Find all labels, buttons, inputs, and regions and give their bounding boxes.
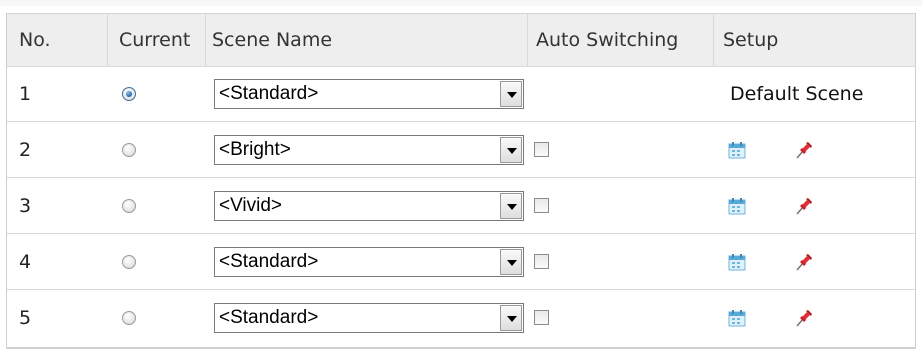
- current-radio[interactable]: [122, 254, 136, 269]
- current-cell: [108, 178, 206, 233]
- table-row: 3 <Vivid>: [7, 178, 915, 234]
- auto-switching-cell: [524, 178, 710, 233]
- auto-switching-checkbox[interactable]: [534, 142, 549, 157]
- setup-cell: [714, 234, 915, 289]
- default-scene-label: Default Scene: [730, 82, 864, 105]
- calendar-icon[interactable]: [728, 197, 746, 215]
- header-setup: Setup: [723, 29, 779, 51]
- auto-switching-checkbox[interactable]: [534, 198, 549, 213]
- pushpin-icon[interactable]: [794, 252, 814, 272]
- auto-switching-cell: [524, 122, 710, 177]
- current-radio[interactable]: [122, 142, 136, 157]
- calendar-icon[interactable]: [728, 253, 746, 271]
- scene-name-cell: <Bright>: [206, 122, 528, 177]
- calendar-icon[interactable]: [728, 309, 746, 327]
- table-row: 4 <Standard>: [7, 234, 915, 290]
- chevron-down-icon[interactable]: [500, 192, 522, 219]
- scene-select-value: <Standard>: [219, 250, 319, 272]
- row-number: 3: [19, 194, 32, 217]
- pushpin-icon[interactable]: [794, 196, 814, 216]
- chevron-down-icon[interactable]: [500, 304, 522, 331]
- pushpin-icon[interactable]: [794, 308, 814, 328]
- table-row: 1 <Standard> Default Scene: [7, 66, 915, 122]
- current-cell: [108, 66, 206, 121]
- row-number: 4: [19, 250, 32, 273]
- header-auto-switching: Auto Switching: [528, 14, 714, 66]
- auto-switching-cell: [524, 290, 710, 345]
- current-radio[interactable]: [122, 198, 136, 213]
- scene-select-value: <Standard>: [219, 306, 319, 328]
- setup-cell: [714, 178, 915, 233]
- row-number: 2: [19, 138, 32, 161]
- scene-select-value: <Bright>: [219, 138, 291, 160]
- scene-name-cell: <Vivid>: [206, 178, 528, 233]
- chevron-down-icon[interactable]: [500, 80, 522, 107]
- auto-switching-checkbox[interactable]: [534, 310, 549, 325]
- pushpin-icon[interactable]: [794, 140, 814, 160]
- row-number: 5: [19, 306, 32, 329]
- top-strip: [0, 0, 922, 6]
- chevron-down-icon[interactable]: [500, 248, 522, 275]
- auto-switching-checkbox[interactable]: [534, 254, 549, 269]
- scene-name-cell: <Standard>: [206, 234, 528, 289]
- scene-select[interactable]: <Bright>: [214, 134, 524, 165]
- header-no: No.: [7, 14, 108, 66]
- scene-table: No. Current Scene Name Auto Switching Se…: [6, 13, 916, 349]
- scene-select[interactable]: <Standard>: [214, 78, 524, 109]
- header-current: Current: [108, 14, 206, 66]
- auto-switching-cell: [528, 66, 714, 121]
- scene-select-value: <Standard>: [219, 82, 319, 104]
- calendar-icon[interactable]: [728, 141, 746, 159]
- setup-cell: [714, 290, 915, 345]
- table-header-row: No. Current Scene Name Auto Switching Se…: [7, 13, 915, 67]
- current-radio[interactable]: [122, 86, 136, 101]
- table-row: 5 <Standard>: [7, 290, 915, 345]
- setup-cell: Default Scene: [714, 66, 915, 121]
- scene-select[interactable]: <Standard>: [214, 302, 524, 333]
- current-cell: [108, 290, 206, 345]
- current-cell: [108, 234, 206, 289]
- current-radio[interactable]: [122, 310, 136, 325]
- current-cell: [108, 122, 206, 177]
- auto-switching-cell: [524, 234, 710, 289]
- row-number: 1: [19, 82, 32, 105]
- chevron-down-icon[interactable]: [500, 136, 522, 163]
- header-scene-name: Scene Name: [206, 14, 528, 66]
- scene-select-value: <Vivid>: [219, 194, 283, 216]
- scene-name-cell: <Standard>: [206, 66, 528, 121]
- table-row: 2 <Bright>: [7, 122, 915, 178]
- scene-name-cell: <Standard>: [206, 290, 528, 345]
- scene-select[interactable]: <Standard>: [214, 246, 524, 277]
- setup-cell: [714, 122, 915, 177]
- scene-select[interactable]: <Vivid>: [214, 190, 524, 221]
